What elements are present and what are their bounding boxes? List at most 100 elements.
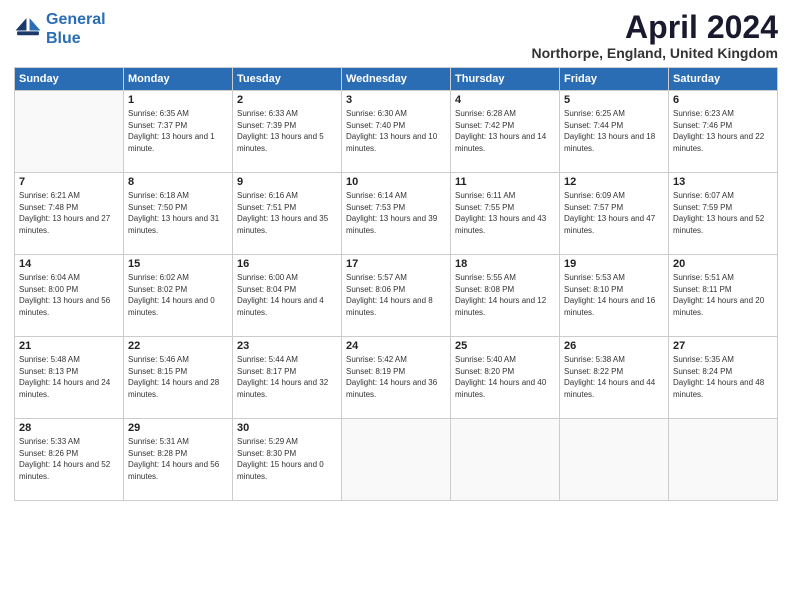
calendar-cell: 20 Sunrise: 5:51 AMSunset: 8:11 PMDayligh…: [669, 255, 778, 337]
day-number: 4: [455, 94, 555, 106]
day-number: 26: [564, 340, 664, 352]
col-tuesday: Tuesday: [233, 68, 342, 91]
day-info: Sunrise: 5:42 AMSunset: 8:19 PMDaylight:…: [346, 354, 446, 400]
calendar-cell: 23 Sunrise: 5:44 AMSunset: 8:17 PMDayligh…: [233, 337, 342, 419]
calendar-cell: 22 Sunrise: 5:46 AMSunset: 8:15 PMDayligh…: [124, 337, 233, 419]
day-info: Sunrise: 5:53 AMSunset: 8:10 PMDaylight:…: [564, 272, 664, 318]
day-info: Sunrise: 6:11 AMSunset: 7:55 PMDaylight:…: [455, 190, 555, 236]
calendar-cell: 27 Sunrise: 5:35 AMSunset: 8:24 PMDayligh…: [669, 337, 778, 419]
calendar-cell: 19 Sunrise: 5:53 AMSunset: 8:10 PMDayligh…: [560, 255, 669, 337]
day-number: 16: [237, 258, 337, 270]
calendar-cell: 11 Sunrise: 6:11 AMSunset: 7:55 PMDayligh…: [451, 173, 560, 255]
day-info: Sunrise: 5:48 AMSunset: 8:13 PMDaylight:…: [19, 354, 119, 400]
day-info: Sunrise: 5:57 AMSunset: 8:06 PMDaylight:…: [346, 272, 446, 318]
day-info: Sunrise: 5:33 AMSunset: 8:26 PMDaylight:…: [19, 436, 119, 482]
day-info: Sunrise: 6:23 AMSunset: 7:46 PMDaylight:…: [673, 108, 773, 154]
header-row: Sunday Monday Tuesday Wednesday Thursday…: [15, 68, 778, 91]
day-info: Sunrise: 6:00 AMSunset: 8:04 PMDaylight:…: [237, 272, 337, 318]
calendar-cell: 3 Sunrise: 6:30 AMSunset: 7:40 PMDaylight…: [342, 91, 451, 173]
day-info: Sunrise: 5:44 AMSunset: 8:17 PMDaylight:…: [237, 354, 337, 400]
calendar-cell: 16 Sunrise: 6:00 AMSunset: 8:04 PMDayligh…: [233, 255, 342, 337]
day-info: Sunrise: 6:25 AMSunset: 7:44 PMDaylight:…: [564, 108, 664, 154]
calendar-table: Sunday Monday Tuesday Wednesday Thursday…: [14, 67, 778, 501]
calendar-cell: 18Sunrise: 5:55 AMSunset: 8:08 PMDayligh…: [451, 255, 560, 337]
calendar-cell: [560, 419, 669, 501]
day-info: Sunrise: 6:02 AMSunset: 8:02 PMDaylight:…: [128, 272, 228, 318]
day-number: 1: [128, 94, 228, 106]
calendar-cell: 4 Sunrise: 6:28 AMSunset: 7:42 PMDaylight…: [451, 91, 560, 173]
day-number: 29: [128, 422, 228, 434]
day-number: 12: [564, 176, 664, 188]
logo-icon: [14, 15, 42, 43]
day-number: 19: [564, 258, 664, 270]
day-info: Sunrise: 6:35 AMSunset: 7:37 PMDaylight:…: [128, 108, 228, 154]
day-info: Sunrise: 6:07 AMSunset: 7:59 PMDaylight:…: [673, 190, 773, 236]
day-number: 30: [237, 422, 337, 434]
calendar-cell: 30Sunrise: 5:29 AMSunset: 8:30 PMDayligh…: [233, 419, 342, 501]
calendar-week-2: 7 Sunrise: 6:21 AMSunset: 7:48 PMDaylight…: [15, 173, 778, 255]
calendar-cell: 12 Sunrise: 6:09 AMSunset: 7:57 PMDayligh…: [560, 173, 669, 255]
title-block: April 2024 Northorpe, England, United Ki…: [531, 10, 778, 61]
day-number: 27: [673, 340, 773, 352]
location: Northorpe, England, United Kingdom: [531, 45, 778, 61]
calendar-cell: 28 Sunrise: 5:33 AMSunset: 8:26 PMDayligh…: [15, 419, 124, 501]
day-number: 20: [673, 258, 773, 270]
day-info: Sunrise: 6:09 AMSunset: 7:57 PMDaylight:…: [564, 190, 664, 236]
logo-line1: General: [46, 11, 106, 28]
col-thursday: Thursday: [451, 68, 560, 91]
calendar-cell: 2 Sunrise: 6:33 AMSunset: 7:39 PMDaylight…: [233, 91, 342, 173]
calendar-week-4: 21 Sunrise: 5:48 AMSunset: 8:13 PMDayligh…: [15, 337, 778, 419]
day-info: Sunrise: 6:28 AMSunset: 7:42 PMDaylight:…: [455, 108, 555, 154]
logo-text: General Blue: [46, 10, 106, 48]
day-info: Sunrise: 6:21 AMSunset: 7:48 PMDaylight:…: [19, 190, 119, 236]
day-info: Sunrise: 6:18 AMSunset: 7:50 PMDaylight:…: [128, 190, 228, 236]
calendar-cell: 25Sunrise: 5:40 AMSunset: 8:20 PMDayligh…: [451, 337, 560, 419]
day-info: Sunrise: 5:51 AMSunset: 8:11 PMDaylight:…: [673, 272, 773, 318]
col-sunday: Sunday: [15, 68, 124, 91]
day-number: 15: [128, 258, 228, 270]
calendar-cell: 26Sunrise: 5:38 AMSunset: 8:22 PMDayligh…: [560, 337, 669, 419]
day-number: 13: [673, 176, 773, 188]
day-number: 28: [19, 422, 119, 434]
calendar-week-5: 28 Sunrise: 5:33 AMSunset: 8:26 PMDayligh…: [15, 419, 778, 501]
day-number: 10: [346, 176, 446, 188]
day-number: 9: [237, 176, 337, 188]
day-number: 17: [346, 258, 446, 270]
day-number: 3: [346, 94, 446, 106]
day-number: 11: [455, 176, 555, 188]
day-number: 7: [19, 176, 119, 188]
day-number: 8: [128, 176, 228, 188]
day-info: Sunrise: 5:35 AMSunset: 8:24 PMDaylight:…: [673, 354, 773, 400]
day-number: 2: [237, 94, 337, 106]
calendar-cell: 24 Sunrise: 5:42 AMSunset: 8:19 PMDayligh…: [342, 337, 451, 419]
calendar-cell: 1 Sunrise: 6:35 AMSunset: 7:37 PMDaylight…: [124, 91, 233, 173]
calendar-cell: 7 Sunrise: 6:21 AMSunset: 7:48 PMDaylight…: [15, 173, 124, 255]
day-info: Sunrise: 6:30 AMSunset: 7:40 PMDaylight:…: [346, 108, 446, 154]
header: General Blue April 2024 Northorpe, Engla…: [14, 10, 778, 61]
calendar-cell: 8 Sunrise: 6:18 AMSunset: 7:50 PMDaylight…: [124, 173, 233, 255]
day-number: 14: [19, 258, 119, 270]
day-info: Sunrise: 5:46 AMSunset: 8:15 PMDaylight:…: [128, 354, 228, 400]
logo: General Blue: [14, 10, 106, 48]
month-title: April 2024: [531, 10, 778, 45]
day-number: 22: [128, 340, 228, 352]
calendar-cell: 9Sunrise: 6:16 AMSunset: 7:51 PMDaylight…: [233, 173, 342, 255]
day-number: 5: [564, 94, 664, 106]
logo-line2: Blue: [46, 30, 81, 47]
page: General Blue April 2024 Northorpe, Engla…: [0, 0, 792, 612]
day-number: 25: [455, 340, 555, 352]
day-number: 23: [237, 340, 337, 352]
calendar-cell: [342, 419, 451, 501]
col-monday: Monday: [124, 68, 233, 91]
day-number: 21: [19, 340, 119, 352]
calendar-cell: 29 Sunrise: 5:31 AMSunset: 8:28 PMDayligh…: [124, 419, 233, 501]
calendar-cell: 14 Sunrise: 6:04 AMSunset: 8:00 PMDayligh…: [15, 255, 124, 337]
day-info: Sunrise: 6:04 AMSunset: 8:00 PMDaylight:…: [19, 272, 119, 318]
day-info: Sunrise: 5:31 AMSunset: 8:28 PMDaylight:…: [128, 436, 228, 482]
day-number: 24: [346, 340, 446, 352]
calendar-week-1: 1 Sunrise: 6:35 AMSunset: 7:37 PMDaylight…: [15, 91, 778, 173]
col-wednesday: Wednesday: [342, 68, 451, 91]
calendar-cell: 21 Sunrise: 5:48 AMSunset: 8:13 PMDayligh…: [15, 337, 124, 419]
day-info: Sunrise: 6:14 AMSunset: 7:53 PMDaylight:…: [346, 190, 446, 236]
day-info: Sunrise: 6:33 AMSunset: 7:39 PMDaylight:…: [237, 108, 337, 154]
